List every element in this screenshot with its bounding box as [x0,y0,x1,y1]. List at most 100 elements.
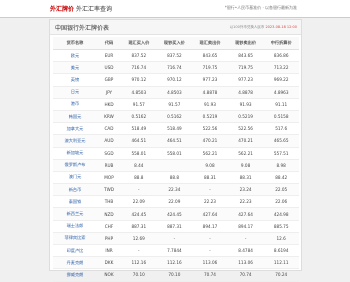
rate-cell: 837.52 [156,49,193,63]
currency-name[interactable]: 澳大利亚元 [53,134,97,148]
currency-code: NOK [97,268,121,282]
rate-cell: 70.24 [263,268,299,282]
rate-cell: 88.31 [227,171,264,185]
rate-cell: 977.23 [227,73,264,87]
currency-name[interactable]: 澳门元 [53,171,97,185]
currency-name[interactable]: 菲律宾比索 [53,232,97,246]
currency-name[interactable]: 美元 [53,61,97,75]
brand[interactable]: 外汇牌价 外汇汇率查询 [50,4,112,13]
rate-cell: 518.49 [156,122,193,136]
rate-cell: 88.8 [156,171,193,185]
rate-cell: 88.31 [192,171,228,185]
rate-cell: 8.44 [121,159,157,172]
table-row[interactable]: 澳大利亚元 AUD 464.51 464.51 470.21 470.21 465.65 [53,134,299,148]
currency-name[interactable]: 新台币 [53,183,97,197]
table-row[interactable]: 新加坡元 SGD 558.01 558.01 562.21 562.21 557.51 [53,147,299,160]
col-header: 现汇卖出价 [192,37,228,50]
rate-cell: 22.34 [156,183,193,197]
rate-cell: 719.75 [192,61,228,75]
currency-code: MOP [97,171,121,185]
rate-cell: 70.74 [192,268,228,282]
table-row[interactable]: 韩国元 KRW 0.5162 0.5162 0.5219 0.5219 0.5158 [53,110,299,124]
col-header: 现汇买入价 [121,37,157,50]
table-row[interactable]: 澳门元 MOP 88.8 88.8 88.31 88.31 88.42 [53,171,299,185]
currency-code: RUB [97,159,121,172]
rate-cell: 969.22 [263,73,299,87]
rate-cell: 91.93 [227,98,264,111]
table-row[interactable]: 日元 JPY 4.8503 4.8503 4.8878 4.8878 4.8963 [53,86,299,99]
currency-name[interactable]: 加拿大元 [53,122,97,136]
table-row[interactable]: 港币 HKD 91.57 91.57 91.93 91.93 91.11 [53,98,299,111]
currency-code: HKD [97,98,121,111]
currency-name[interactable]: 日元 [53,86,97,99]
rate-cell: 9.08 [192,159,228,172]
rate-cell: 887.31 [121,220,157,233]
col-header: 货币名称 [53,37,97,50]
table-row[interactable]: 俄罗斯卢布 RUB 8.44 9.08 9.08 8.98 [53,159,299,172]
rate-cell: 23.24 [227,183,264,197]
currency-code: SGD [97,147,121,160]
rate-cell: - [156,232,193,246]
currency-code: CHF [97,220,121,233]
currency-name[interactable]: 欧元 [53,49,97,63]
table-row[interactable]: 加拿大元 CAD 518.49 518.49 522.56 522.56 517.6 [53,122,299,136]
currency-code: TWD [97,183,121,197]
rate-cell: 91.57 [121,98,157,111]
rate-cell: 470.21 [192,134,228,148]
table-row[interactable]: 印度卢比 INR -7.7844-8.4784 8.6194 [53,244,299,258]
rate-cell: 91.57 [156,98,193,111]
rate-cell: 464.51 [121,134,157,148]
table-row[interactable]: 英镑 GBP 970.12 970.12 977.23 977.23 969.22 [53,73,299,87]
top-note: *银行•人民币基准价 · 以各银行最新为准 [224,5,297,10]
rate-cell: 837.52 [121,49,157,63]
rate-cell: 518.49 [121,122,157,136]
rate-cell: 713.22 [263,61,299,75]
table-row[interactable]: 泰国铢 THB 22.09 22.09 22.23 22.23 22.06 [53,195,299,209]
rate-cell: 22.05 [263,183,299,197]
rate-cell: 22.09 [156,195,193,209]
currency-code: NZD [97,207,121,221]
panel-title: 中国银行外汇牌价表 [55,25,110,32]
rate-cell: 0.5158 [263,110,299,124]
rate-cell: 424.45 [121,207,157,221]
table-row[interactable]: 菲律宾比索 PHP 12.69- - -12.6 [53,232,299,246]
rate-cell: 424.45 [156,207,193,221]
currency-code: EUR [97,49,121,63]
currency-name[interactable]: 新加坡元 [53,147,97,160]
panel-meta: 以100外币兑换人民币 2023-08-18 12:00 [229,25,297,29]
rate-cell: 88.42 [263,171,299,185]
rate-cell: 885.75 [263,220,299,233]
table-row[interactable]: 美元 USD 716.74 716.74 719.75 719.75 713.22 [53,61,299,75]
currency-name[interactable]: 韩国元 [53,110,97,124]
rate-cell: 22.06 [263,195,299,209]
table-row[interactable]: 欧元 EUR 837.52 837.52 843.65 843.65 836.86 [53,49,299,63]
top-bar: 外汇牌价 外汇汇率查询 *银行•人民币基准价 · 以各银行最新为准 [0,0,350,18]
rate-cell: 522.56 [227,122,264,136]
rate-cell: 843.65 [192,49,228,63]
currency-name[interactable]: 港币 [53,98,97,111]
rate-cell: 424.98 [263,207,299,221]
currency-name[interactable]: 新西兰元 [53,207,97,221]
currency-name[interactable]: 俄罗斯卢布 [53,159,97,172]
rate-cell: 4.8503 [156,86,193,99]
rate-cell: - [121,183,157,197]
table-row[interactable]: 新台币 TWD -22.34-23.24 22.05 [53,183,299,197]
currency-name[interactable]: 挪威克朗 [53,268,97,282]
table-row[interactable]: 新西兰元 NZD 424.45 424.45 427.64 427.64 424.98 [53,207,299,221]
currency-code: INR [97,244,121,258]
currency-name[interactable]: 英镑 [53,73,97,87]
table-row[interactable]: 瑞士法郎 CHF 887.31 887.31 894.17 894.17 885.75 [53,220,299,233]
currency-name[interactable]: 泰国铢 [53,195,97,209]
rate-cell: 894.17 [227,220,264,233]
rate-cell: - [192,244,228,258]
rate-cell: 4.8878 [192,86,228,99]
rate-cell: 22.09 [121,195,157,209]
currency-code: USD [97,61,121,75]
rate-cell: 4.8503 [121,86,157,99]
currency-name[interactable]: 印度卢比 [53,244,97,258]
rate-cell: 470.21 [227,134,264,148]
currency-name[interactable]: 瑞士法郎 [53,220,97,233]
table-row[interactable]: 挪威克朗 NOK 70.10 70.10 70.74 70.74 70.24 [53,268,299,282]
rate-cell: 464.51 [156,134,193,148]
rate-cell: 522.56 [192,122,228,136]
